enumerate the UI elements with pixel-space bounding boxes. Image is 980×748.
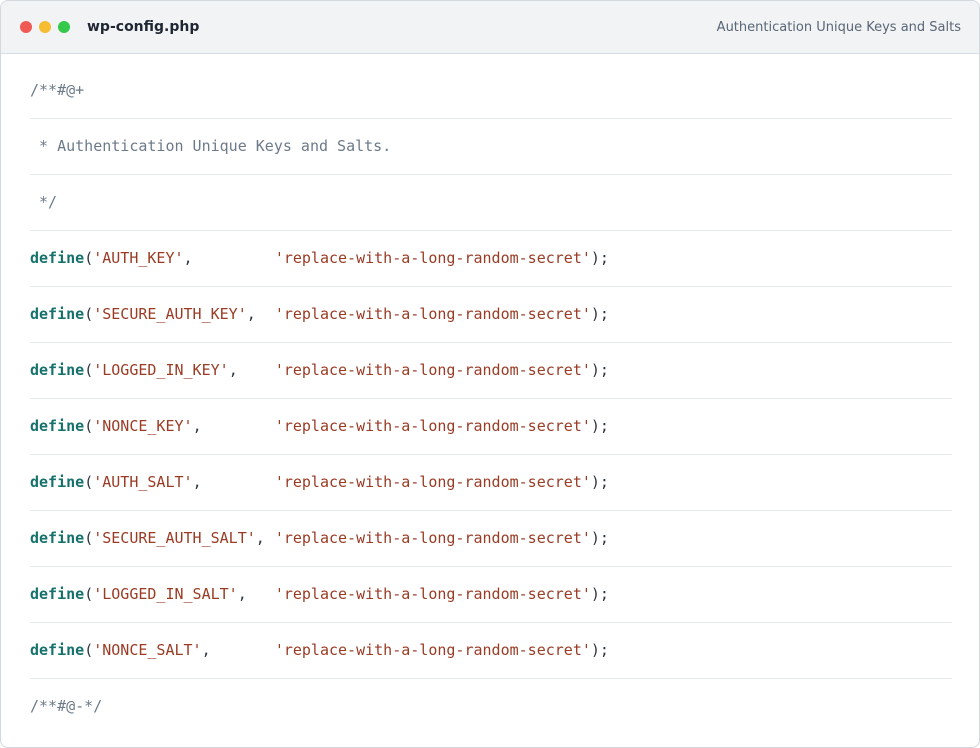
secret-value: 'replace-with-a-long-random-secret' <box>274 360 591 379</box>
define-line: define('NONCE_SALT', 'replace-with-a-long… <box>30 623 952 679</box>
constant-name: 'LOGGED_IN_SALT' <box>93 584 238 603</box>
close-paren: ); <box>590 640 609 659</box>
define-keyword: define <box>30 640 85 659</box>
define-keyword: define <box>30 472 85 491</box>
window-subtitle: Authentication Unique Keys and Salts <box>716 20 961 35</box>
define-keyword: define <box>30 304 85 323</box>
title-bar: wp-config.php Authentication Unique Keys… <box>1 1 979 54</box>
define-keyword: define <box>30 584 85 603</box>
define-line: define('LOGGED_IN_KEY', 'replace-with-a-l… <box>30 343 952 399</box>
comma: , <box>246 304 256 323</box>
define-keyword: define <box>30 416 85 435</box>
close-paren: ); <box>590 248 609 267</box>
open-paren: ( <box>84 640 94 659</box>
open-paren: ( <box>84 360 94 379</box>
editor-window: wp-config.php Authentication Unique Keys… <box>0 0 980 748</box>
code-block: /**#@+ * Authentication Unique Keys and … <box>30 63 952 735</box>
define-line: define('SECURE_AUTH_KEY', 'replace-with-a… <box>30 287 952 343</box>
open-paren: ( <box>84 584 94 603</box>
open-paren: ( <box>84 416 94 435</box>
secret-value: 'replace-with-a-long-random-secret' <box>274 416 591 435</box>
open-paren: ( <box>84 248 94 267</box>
define-line: define('LOGGED_IN_SALT', 'replace-with-a-… <box>30 567 952 623</box>
comma: , <box>228 360 238 379</box>
window-controls <box>20 21 77 33</box>
comma: , <box>201 640 211 659</box>
comma: , <box>183 248 193 267</box>
code-line: /**#@-*/ <box>30 679 952 735</box>
comma: , <box>237 584 247 603</box>
comma: , <box>192 416 202 435</box>
open-paren: ( <box>84 528 94 547</box>
comma: , <box>255 528 265 547</box>
close-paren: ); <box>590 416 609 435</box>
maximize-window-button[interactable] <box>58 21 70 33</box>
code-line: * Authentication Unique Keys and Salts. <box>30 119 952 175</box>
define-keyword: define <box>30 360 85 379</box>
constant-name: 'AUTH_KEY' <box>93 248 184 267</box>
comment-open: /**#@+ <box>30 80 85 99</box>
constant-name: 'NONCE_SALT' <box>93 640 202 659</box>
comment-close: */ <box>30 192 58 211</box>
constant-name: 'AUTH_SALT' <box>93 472 193 491</box>
file-name: wp-config.php <box>87 19 200 35</box>
close-paren: ); <box>590 304 609 323</box>
define-line: define('SECURE_AUTH_SALT', 'replace-with-… <box>30 511 952 567</box>
open-paren: ( <box>84 304 94 323</box>
comment-body: * Authentication Unique Keys and Salts. <box>30 136 392 155</box>
secret-value: 'replace-with-a-long-random-secret' <box>274 304 591 323</box>
close-window-button[interactable] <box>20 21 32 33</box>
constant-name: 'SECURE_AUTH_KEY' <box>93 304 247 323</box>
minimize-window-button[interactable] <box>39 21 51 33</box>
open-paren: ( <box>84 472 94 491</box>
define-line: define('NONCE_KEY', 'replace-with-a-long-… <box>30 399 952 455</box>
constant-name: 'SECURE_AUTH_SALT' <box>93 528 256 547</box>
secret-value: 'replace-with-a-long-random-secret' <box>274 528 591 547</box>
code-line: */ <box>30 175 952 231</box>
comma: , <box>192 472 202 491</box>
code-line: /**#@+ <box>30 63 952 119</box>
comment-end-marker: /**#@-*/ <box>30 697 103 715</box>
close-paren: ); <box>590 360 609 379</box>
secret-value: 'replace-with-a-long-random-secret' <box>274 640 591 659</box>
close-paren: ); <box>590 584 609 603</box>
secret-value: 'replace-with-a-long-random-secret' <box>274 248 591 267</box>
define-keyword: define <box>30 248 85 267</box>
close-paren: ); <box>590 528 609 547</box>
define-line: define('AUTH_KEY', 'replace-with-a-long-r… <box>30 231 952 287</box>
define-line: define('AUTH_SALT', 'replace-with-a-long-… <box>30 455 952 511</box>
close-paren: ); <box>590 472 609 491</box>
constant-name: 'LOGGED_IN_KEY' <box>93 360 229 379</box>
define-keyword: define <box>30 528 85 547</box>
secret-value: 'replace-with-a-long-random-secret' <box>274 584 591 603</box>
constant-name: 'NONCE_KEY' <box>93 416 193 435</box>
secret-value: 'replace-with-a-long-random-secret' <box>274 472 591 491</box>
